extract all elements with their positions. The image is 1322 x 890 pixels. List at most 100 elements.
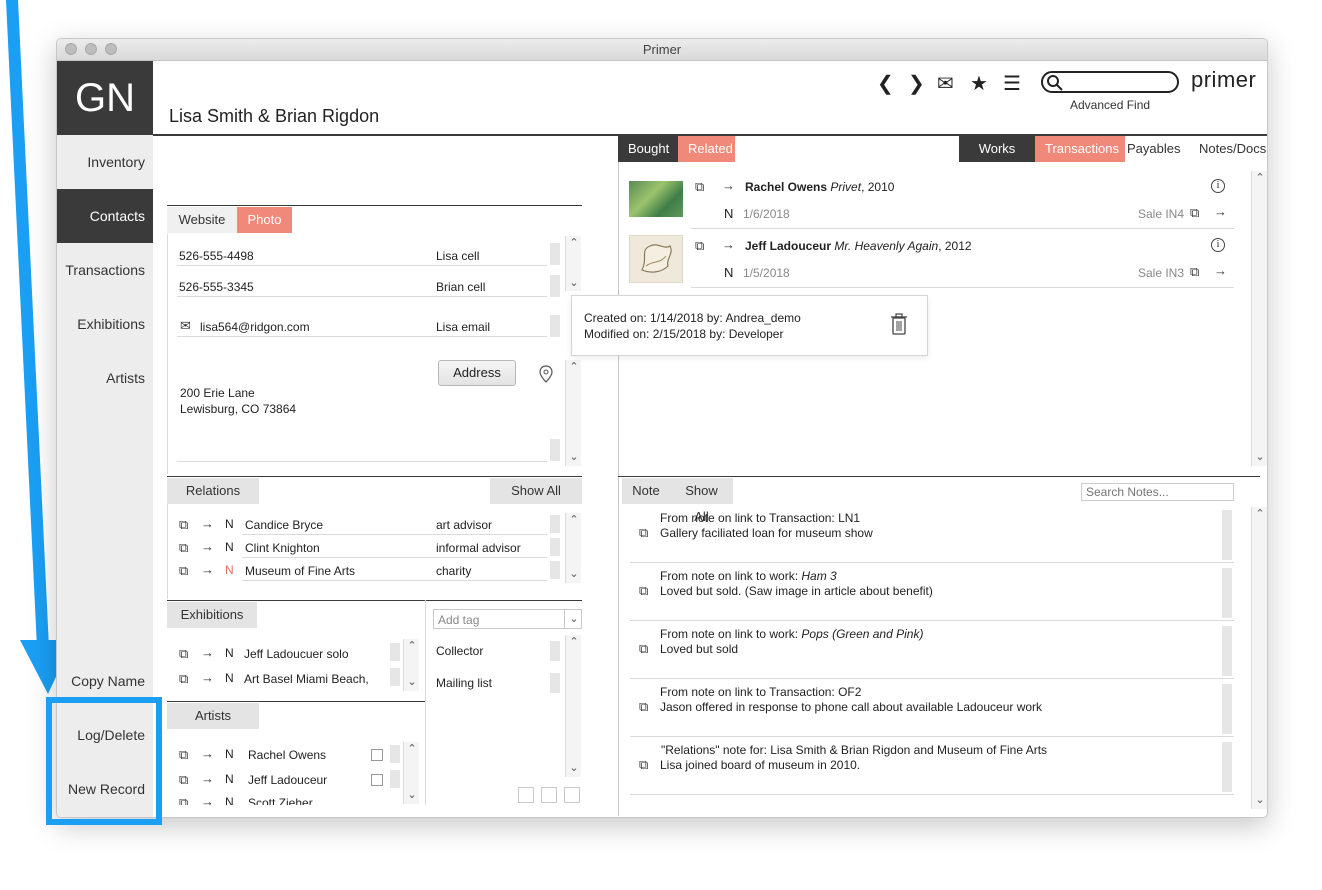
go-arrow-icon[interactable]: → (201, 516, 214, 531)
sale-id[interactable]: Sale IN4 (1138, 207, 1184, 221)
nav-inventory[interactable]: Inventory (57, 135, 153, 189)
star-icon[interactable]: ★ (970, 71, 988, 96)
tag-option-box[interactable] (564, 787, 580, 803)
open-external-icon[interactable]: ⧉ (179, 646, 188, 662)
go-arrow-icon[interactable]: → (1214, 263, 1227, 278)
exhibition-name[interactable]: Jeff Ladoucuer solo (244, 647, 349, 661)
tag-option-box[interactable] (541, 787, 557, 803)
relations-scrollbar[interactable]: ⌃ ⌄ (565, 513, 581, 583)
go-arrow-icon[interactable]: → (201, 670, 214, 685)
artwork-caption[interactable]: Jeff Ladouceur Mr. Heavenly Again, 2012 (745, 239, 972, 253)
go-arrow-icon[interactable]: → (201, 562, 214, 577)
scroll-up-icon[interactable]: ⌃ (566, 513, 582, 526)
info-icon[interactable]: i (1211, 179, 1225, 193)
open-external-icon[interactable]: ⧉ (639, 583, 648, 599)
phone-label[interactable]: Brian cell (436, 280, 485, 294)
tab-website[interactable]: Website (167, 207, 237, 233)
artists-scrollbar[interactable]: ⌃ ⌄ (403, 742, 419, 804)
artist-checkbox[interactable] (371, 774, 383, 786)
phone-scrollbar[interactable]: ⌃ ⌄ (565, 236, 581, 291)
add-tag-select[interactable]: Add tag ⌄ (433, 609, 582, 629)
go-arrow-icon[interactable]: → (722, 178, 735, 193)
scroll-down-icon[interactable]: ⌄ (404, 675, 420, 688)
relation-role[interactable]: charity (436, 564, 471, 578)
open-external-icon[interactable]: ⧉ (639, 699, 648, 715)
tab-notes-docs[interactable]: Notes/Docs (1189, 136, 1267, 162)
mail-icon[interactable]: ✉ (937, 71, 954, 96)
open-external-icon[interactable]: ⧉ (179, 772, 188, 788)
go-arrow-icon[interactable]: → (1214, 204, 1227, 219)
scroll-down-icon[interactable]: ⌄ (566, 276, 582, 289)
advanced-find-link[interactable]: Advanced Find (1070, 98, 1150, 112)
open-external-icon[interactable]: ⧉ (1190, 205, 1199, 221)
nav-exhibitions[interactable]: Exhibitions (57, 297, 153, 351)
open-external-icon[interactable]: ⧉ (179, 795, 188, 805)
scroll-up-icon[interactable]: ⌃ (1252, 171, 1267, 184)
exhibitions-scrollbar[interactable]: ⌃ ⌄ (403, 639, 419, 691)
forward-icon[interactable]: ❯ (908, 71, 925, 96)
relation-name[interactable]: Museum of Fine Arts (245, 564, 355, 578)
scroll-up-icon[interactable]: ⌃ (566, 635, 582, 648)
back-icon[interactable]: ❮ (877, 71, 894, 96)
scroll-up-icon[interactable]: ⌃ (404, 639, 420, 652)
email-label[interactable]: Lisa email (436, 320, 490, 334)
go-arrow-icon[interactable]: → (722, 237, 735, 252)
exhibitions-scroll-thumb[interactable] (390, 668, 400, 686)
trash-icon[interactable] (890, 313, 908, 335)
artists-scroll-thumb[interactable] (390, 770, 400, 788)
tags-scroll-thumb[interactable] (550, 673, 560, 693)
tab-photo[interactable]: Photo (237, 207, 292, 233)
tag-option-box[interactable] (518, 787, 534, 803)
info-icon[interactable]: i (1211, 238, 1225, 252)
search-notes-input[interactable] (1081, 483, 1234, 501)
scroll-down-icon[interactable]: ⌄ (1252, 793, 1267, 806)
go-arrow-icon[interactable]: → (201, 645, 214, 660)
chevron-down-icon[interactable]: ⌄ (566, 612, 582, 625)
nav-artists[interactable]: Artists (57, 351, 153, 405)
relations-scroll-thumb[interactable] (550, 561, 560, 579)
scroll-down-icon[interactable]: ⌄ (566, 450, 582, 463)
notes-scrollbar[interactable]: ⌃ ⌄ (1251, 507, 1267, 809)
artist-name[interactable]: Rachel Owens (248, 748, 326, 762)
relation-role[interactable]: informal advisor (436, 541, 521, 555)
tab-transactions[interactable]: Transactions (1035, 136, 1125, 162)
artist-name[interactable]: Jeff Ladouceur (248, 773, 327, 787)
bought-scrollbar[interactable]: ⌃ ⌄ (1251, 171, 1267, 466)
go-arrow-icon[interactable]: → (201, 746, 214, 761)
note-body[interactable]: Gallery faciliated loan for museum show (660, 526, 873, 540)
address-line2[interactable]: Lewisburg, CO 73864 (180, 402, 296, 416)
address-button[interactable]: Address (438, 360, 516, 386)
phone-scroll-thumb[interactable] (550, 243, 560, 265)
sale-id[interactable]: Sale IN3 (1138, 266, 1184, 280)
note-scroll-thumb[interactable] (1222, 684, 1232, 734)
address-scrollbar[interactable]: ⌃ ⌄ (565, 360, 581, 466)
artists-scroll-thumb[interactable] (390, 745, 400, 763)
scroll-down-icon[interactable]: ⌄ (566, 567, 582, 580)
phone-scroll-thumb[interactable] (550, 315, 560, 337)
open-external-icon[interactable]: ⧉ (179, 517, 188, 533)
list-icon[interactable]: ☰ (1003, 71, 1021, 96)
scroll-up-icon[interactable]: ⌃ (566, 236, 582, 249)
email-value[interactable]: lisa564@ridgon.com (200, 320, 310, 334)
tab-related[interactable]: Related (678, 136, 735, 162)
tab-bought[interactable]: Bought (618, 136, 678, 162)
open-external-icon[interactable]: ⧉ (639, 525, 648, 541)
note-scroll-thumb[interactable] (1222, 742, 1232, 792)
artist-name[interactable]: Scott Zieher (248, 796, 313, 805)
open-external-icon[interactable]: ⧉ (179, 540, 188, 556)
note-body[interactable]: Loved but sold. (Saw image in article ab… (660, 584, 933, 598)
phone-value[interactable]: 526-555-4498 (179, 249, 254, 263)
go-arrow-icon[interactable]: → (201, 539, 214, 554)
nav-transactions[interactable]: Transactions (57, 243, 153, 297)
exhibitions-scroll-thumb[interactable] (390, 643, 400, 661)
note-scroll-thumb[interactable] (1222, 568, 1232, 618)
open-external-icon[interactable]: ⧉ (695, 238, 704, 254)
address-scroll-thumb[interactable] (550, 439, 560, 461)
relation-name[interactable]: Clint Knighton (245, 541, 320, 555)
phone-value[interactable]: 526-555-3345 (179, 280, 254, 294)
open-external-icon[interactable]: ⧉ (639, 641, 648, 657)
relations-scroll-thumb[interactable] (550, 515, 560, 533)
open-external-icon[interactable]: ⧉ (179, 671, 188, 687)
open-external-icon[interactable]: ⧉ (1190, 264, 1199, 280)
go-arrow-icon[interactable]: → (201, 771, 214, 786)
